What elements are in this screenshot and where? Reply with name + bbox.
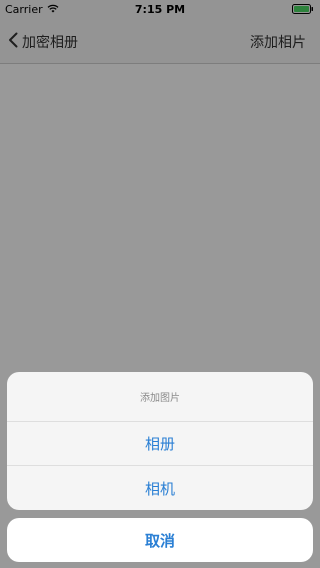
camera-action-button[interactable]: 相机 xyxy=(7,466,313,510)
album-action-button[interactable]: 相册 xyxy=(7,422,313,466)
cancel-button[interactable]: 取消 xyxy=(7,518,313,562)
action-sheet-title: 添加图片 xyxy=(7,372,313,422)
action-sheet: 添加图片 相册 相机 xyxy=(7,372,313,510)
